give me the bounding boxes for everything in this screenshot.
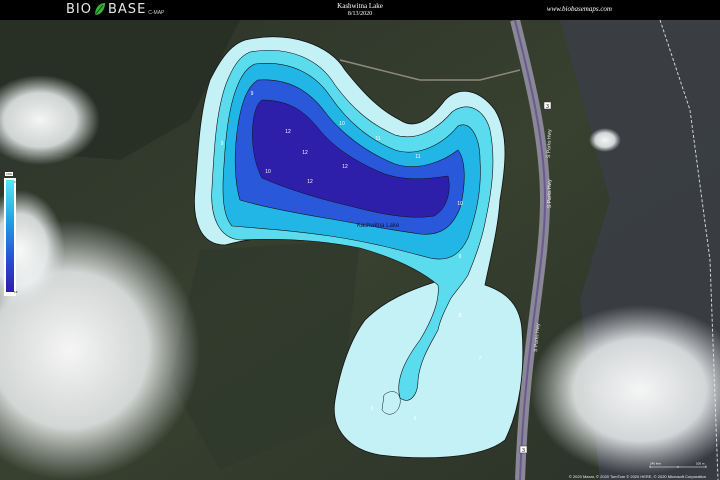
legend-gradient bbox=[6, 180, 14, 292]
legend-title: LRG bbox=[5, 172, 14, 176]
website-link[interactable]: www.biobasemaps.com bbox=[547, 5, 612, 13]
depth-label: 9 bbox=[221, 141, 224, 147]
svg-text:3: 3 bbox=[546, 104, 549, 110]
depth-label: 12 bbox=[307, 179, 313, 185]
depth-label: 12 bbox=[302, 150, 308, 156]
depth-label: 10 bbox=[339, 121, 345, 127]
legend-box bbox=[4, 178, 16, 296]
scale-right-label: 100 m bbox=[696, 462, 705, 466]
satellite-map[interactable]: 12 10 12 12 11 10 12 11 10 9 9 9 8 7 6 5… bbox=[0, 20, 720, 480]
depth-label: 10 bbox=[265, 169, 271, 175]
map-attribution: © 2020 Maxar, © 2020 TomTom © 2020 HERE,… bbox=[568, 474, 706, 479]
legend-bottom-label: 13' bbox=[14, 290, 18, 294]
lake-name: Kashwitna Lake bbox=[337, 2, 383, 10]
road-label: S Parks Hwy bbox=[546, 129, 553, 158]
depth-label: 9 bbox=[459, 254, 462, 260]
depth-label: 5 bbox=[371, 406, 374, 412]
legend-top-label: 1' bbox=[14, 180, 17, 184]
scale-left-label: 240 feet bbox=[650, 462, 661, 466]
depth-label: 11 bbox=[375, 136, 380, 142]
depth-label: 9 bbox=[251, 91, 254, 97]
depth-label: 12 bbox=[342, 164, 348, 170]
route-shield: 3 bbox=[519, 445, 528, 454]
depth-label: 12 bbox=[285, 129, 291, 135]
depth-label: 8 bbox=[459, 313, 462, 319]
route-shield: 3 bbox=[543, 101, 552, 110]
svg-text:3: 3 bbox=[522, 448, 525, 454]
map-title: Kashwitna Lake 8/13/2020 bbox=[0, 2, 720, 18]
depth-label: 7 bbox=[479, 356, 482, 362]
depth-legend: LRG 1' 13' bbox=[4, 172, 20, 296]
cloud bbox=[589, 128, 621, 152]
lake-name-label: Kashwitna Lake bbox=[357, 223, 400, 229]
depth-label: 6 bbox=[414, 416, 417, 422]
map-frame: BIO BASE C-MAP Kashwitna Lake 8/13/2020 … bbox=[0, 0, 720, 480]
road-label: S Parks Hwy bbox=[547, 179, 553, 208]
depth-label: 11 bbox=[415, 154, 420, 160]
header-bar: BIO BASE C-MAP Kashwitna Lake 8/13/2020 … bbox=[0, 0, 720, 20]
depth-label: 10 bbox=[457, 201, 463, 207]
scale-bar: 240 feet 100 m bbox=[649, 462, 707, 468]
survey-date: 8/13/2020 bbox=[347, 11, 373, 17]
